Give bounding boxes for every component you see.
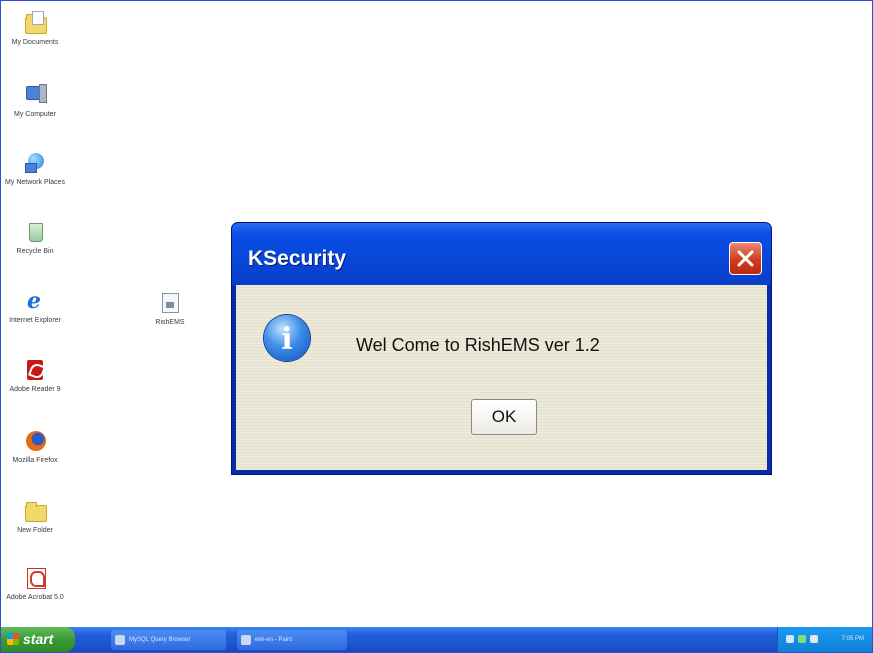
desktop: My Documents My Computer My Network Plac… bbox=[1, 1, 872, 627]
desktop-icon-label: My Documents bbox=[11, 39, 59, 46]
desktop-icon-label: Recycle Bin bbox=[16, 248, 54, 255]
folder-icon bbox=[23, 499, 47, 523]
desktop-icon-label: Adobe Acrobat 5.0 bbox=[6, 594, 64, 601]
desktop-icon-rishems[interactable]: RishEMS bbox=[140, 291, 200, 327]
computer-icon bbox=[23, 83, 47, 107]
desktop-icon-label: Internet Explorer bbox=[9, 317, 61, 324]
ksecurity-dialog: KSecurity i Wel Come to RishEMS ver 1.2 … bbox=[231, 222, 772, 475]
desktop-icon-my-documents[interactable]: My Documents bbox=[5, 11, 65, 47]
taskbar: start MySQL Query Browser ekk-en - Paint… bbox=[1, 627, 872, 652]
desktop-icon-label: My Network Places bbox=[5, 179, 65, 186]
network-status-icon[interactable] bbox=[798, 635, 806, 643]
info-icon: i bbox=[264, 315, 310, 361]
dialog-body: i Wel Come to RishEMS ver 1.2 OK bbox=[236, 285, 767, 470]
clock: 7:05 PM bbox=[841, 636, 864, 642]
close-button[interactable] bbox=[729, 242, 762, 275]
adobe-acrobat-icon bbox=[23, 566, 47, 590]
desktop-icon-label: Mozilla Firefox bbox=[12, 457, 58, 464]
desktop-icon-recycle-bin[interactable]: Recycle Bin bbox=[5, 220, 65, 256]
dialog-title: KSecurity bbox=[248, 247, 347, 270]
internet-explorer-icon: e bbox=[27, 288, 41, 314]
ok-button[interactable]: OK bbox=[471, 399, 537, 435]
desktop-icon-new-folder[interactable]: New Folder bbox=[5, 499, 65, 535]
recycle-bin-icon bbox=[23, 220, 47, 244]
firefox-icon bbox=[23, 429, 47, 453]
dialog-titlebar[interactable]: KSecurity bbox=[232, 223, 771, 285]
taskbar-item-label: MySQL Query Browser bbox=[129, 637, 191, 643]
desktop-icon-adobe-acrobat[interactable]: Adobe Acrobat 5.0 bbox=[5, 566, 65, 602]
adobe-reader-icon bbox=[23, 358, 47, 382]
dialog-message: Wel Come to RishEMS ver 1.2 bbox=[356, 335, 600, 355]
mysql-icon bbox=[115, 635, 125, 645]
paint-icon bbox=[241, 635, 251, 645]
network-icon bbox=[23, 151, 47, 175]
application-file-icon bbox=[158, 291, 182, 315]
taskbar-item-label: ekk-en - Paint bbox=[255, 637, 293, 643]
desktop-icon-label: Adobe Reader 9 bbox=[9, 386, 61, 393]
close-icon bbox=[737, 250, 754, 267]
desktop-icon-my-network-places[interactable]: My Network Places bbox=[5, 151, 65, 187]
desktop-icon-mozilla-firefox[interactable]: Mozilla Firefox bbox=[5, 429, 65, 465]
folder-icon bbox=[23, 11, 47, 35]
desktop-icon-my-computer[interactable]: My Computer bbox=[5, 83, 65, 119]
desktop-icon-adobe-reader[interactable]: Adobe Reader 9 bbox=[5, 358, 65, 394]
start-button[interactable]: start bbox=[1, 627, 75, 652]
taskbar-item-mysql-query-browser[interactable]: MySQL Query Browser bbox=[111, 630, 226, 650]
desktop-icon-label: My Computer bbox=[13, 111, 56, 118]
system-tray: 7:05 PM bbox=[777, 627, 872, 652]
volume-icon[interactable] bbox=[786, 635, 794, 643]
start-label: start bbox=[23, 631, 54, 647]
desktop-icon-label: RishEMS bbox=[155, 319, 185, 326]
taskbar-item-paint[interactable]: ekk-en - Paint bbox=[237, 630, 347, 650]
windows-logo-icon bbox=[7, 633, 19, 645]
desktop-icon-label: New Folder bbox=[17, 527, 53, 534]
tray-app-icon[interactable] bbox=[810, 635, 818, 643]
desktop-icon-internet-explorer[interactable]: e Internet Explorer bbox=[5, 289, 65, 325]
